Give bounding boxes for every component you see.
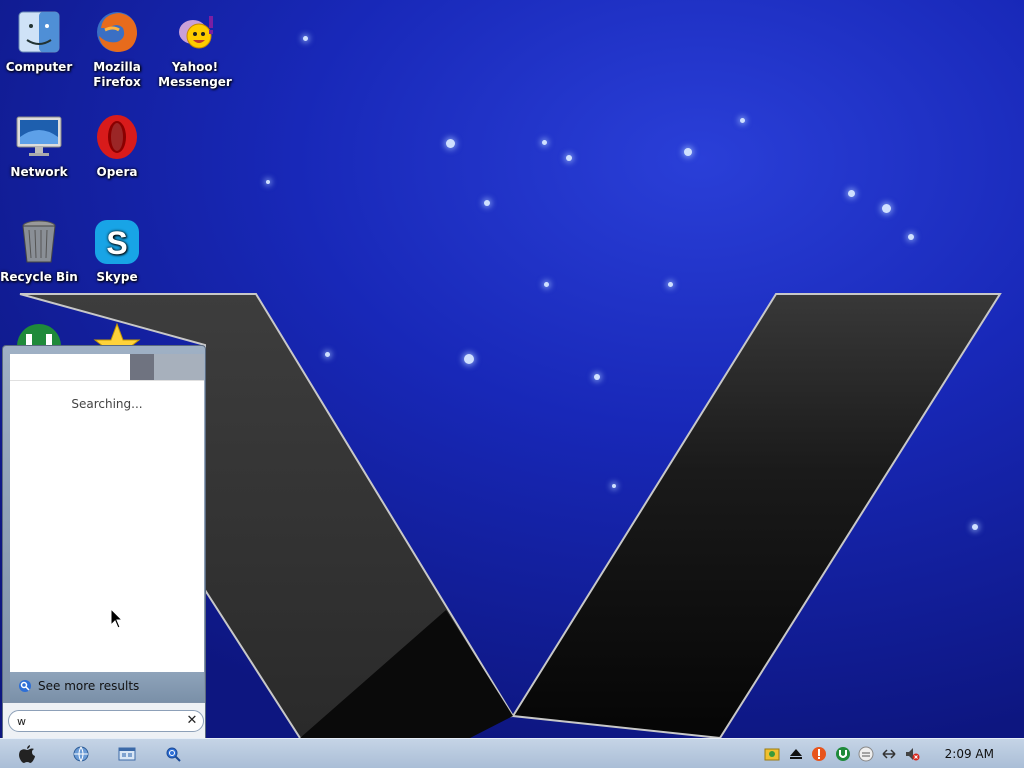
- start-menu[interactable]: Searching... See more results ✕: [2, 345, 206, 740]
- start-button[interactable]: [16, 744, 38, 764]
- network-icon[interactable]: [881, 746, 897, 762]
- search-icon: [19, 680, 31, 692]
- monitor-icon: [16, 116, 62, 156]
- desktop-icon-label: Skype: [96, 270, 138, 284]
- explorer-icon: [118, 747, 136, 761]
- system-tray: 2:09 AM: [754, 739, 1024, 768]
- apple-icon: [19, 745, 35, 763]
- desktop-icon-firefox[interactable]: Mozilla Firefox: [78, 8, 156, 90]
- searching-status: Searching...: [71, 397, 143, 411]
- eject-icon[interactable]: [788, 746, 804, 762]
- volume-muted-icon[interactable]: [904, 746, 920, 762]
- volume-mixer-icon[interactable]: [858, 746, 874, 762]
- desktop-icon-label: Computer: [5, 60, 73, 74]
- desktop-icon-label: Opera: [96, 165, 138, 179]
- utorrent-icon[interactable]: [835, 746, 851, 762]
- desktop-icon-recycle-bin[interactable]: Recycle Bin: [0, 218, 78, 285]
- browser-icon: [73, 746, 89, 762]
- clear-search-button[interactable]: ✕: [184, 713, 200, 729]
- desktop-icon-label: Mozilla: [93, 60, 141, 74]
- desktop-icon-network[interactable]: Network: [0, 113, 78, 180]
- firefox-icon: [97, 12, 137, 52]
- see-more-results-link[interactable]: See more results: [18, 679, 139, 693]
- skype-icon: S: [95, 220, 139, 264]
- desktop-icon-yahoo-messenger[interactable]: Yahoo! Messenger: [156, 8, 234, 90]
- taskbar-clock[interactable]: 2:09 AM: [945, 747, 994, 761]
- trash-icon: [22, 220, 56, 263]
- opera-icon: [97, 115, 137, 159]
- desktop-icon-label: Firefox: [93, 75, 141, 89]
- app-icon[interactable]: [764, 746, 780, 762]
- taskbar-search-button[interactable]: [162, 744, 184, 764]
- see-more-results-bar: See more results: [10, 672, 204, 702]
- alert-icon[interactable]: [811, 746, 827, 762]
- search-box: ✕: [8, 710, 204, 732]
- start-menu-header: [10, 354, 204, 380]
- desktop-icon-label: Recycle Bin: [0, 270, 78, 284]
- desktop-icon-computer[interactable]: Computer: [0, 8, 78, 75]
- desktop-icon-skype[interactable]: S Skype: [78, 218, 156, 285]
- taskbar-explorer-button[interactable]: [116, 744, 138, 764]
- finder-icon: [18, 11, 60, 53]
- yahoo-messenger-icon: [179, 16, 213, 49]
- desktop-icon-opera[interactable]: Opera: [78, 113, 156, 180]
- mouse-cursor: [110, 608, 124, 629]
- search-icon: [166, 747, 181, 762]
- desktop-icon-label: Messenger: [158, 75, 232, 89]
- search-input[interactable]: [17, 714, 177, 728]
- desktop-icon-label: Network: [10, 165, 68, 179]
- desktop-icon-label: Yahoo!: [171, 60, 219, 74]
- svg-text:S: S: [106, 225, 127, 261]
- search-results-pane: Searching...: [10, 380, 204, 673]
- taskbar: 2:09 AM: [0, 738, 1024, 768]
- search-bar: ✕: [3, 703, 205, 739]
- taskbar-browser-button[interactable]: [70, 744, 92, 764]
- see-more-results-label: See more results: [38, 679, 140, 693]
